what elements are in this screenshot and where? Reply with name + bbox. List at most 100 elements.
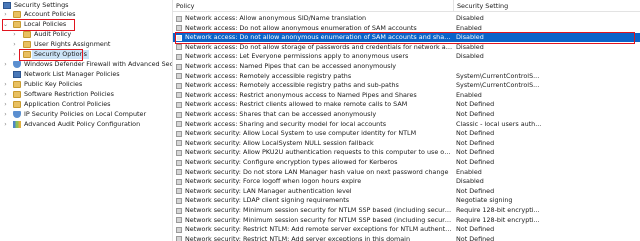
policy-icon [176,130,182,137]
tree-root-label: Security Settings [14,1,69,9]
highlight-box-security-options [19,48,83,61]
policy-icon [176,207,182,214]
table-row[interactable]: Network access: Do not allow storage of … [173,43,640,52]
table-row[interactable]: Network security: Force logoff when logo… [173,177,640,186]
tree-item-label: Application Control Policies [24,100,111,108]
table-row[interactable]: Network access: Let Everyone permissions… [173,52,640,61]
policy-setting: Enabled [456,167,482,176]
folder-icon [13,91,21,98]
policy-name: Network access: Restrict anonymous acces… [185,90,417,99]
folder-icon [13,81,21,88]
tree-item-label: Advanced Audit Policy Configuration [24,120,141,128]
policy-icon [176,159,182,166]
policy-setting: Not Defined [456,100,495,109]
chevron-right-icon[interactable]: › [12,40,17,49]
tree-item-label: Software Restriction Policies [24,90,114,98]
chart-icon [13,121,21,128]
table-row[interactable]: Network access: Remotely accessible regi… [173,72,640,81]
policy-icon [176,111,182,118]
chevron-right-icon[interactable]: › [3,80,8,89]
policy-name: Network security: Minimum session securi… [185,215,453,224]
policy-icon [176,15,182,22]
policy-icon [176,121,182,128]
policy-name: Network security: Restrict NTLM: Add rem… [185,225,453,234]
policy-setting: Not Defined [456,129,495,138]
chevron-right-icon[interactable]: › [3,110,8,119]
table-row[interactable]: Network security: Allow Local System to … [173,129,640,138]
tree-item-label: Network List Manager Policies [24,70,120,78]
table-row[interactable]: Network security: Restrict NTLM: Add rem… [173,225,640,234]
table-row[interactable]: Network security: Restrict NTLM: Add ser… [173,235,640,241]
table-row[interactable]: Network access: Remotely accessible regi… [173,81,640,90]
chevron-right-icon[interactable]: › [3,90,8,99]
tree-item-label: Windows Defender Firewall with Advanced … [24,60,172,68]
policy-name: Network security: Force logoff when logo… [185,177,362,186]
policy-setting: Classic - local users auth... [456,119,542,128]
policy-icon [176,169,182,176]
policy-setting: System\CurrentControlS... [456,71,540,80]
chevron-right-icon[interactable]: › [3,60,8,69]
policy-setting: Require 128-bit encrypti... [456,206,540,214]
table-row[interactable]: Network access: Named Pipes that can be … [173,62,640,71]
policy-icon [176,44,182,51]
policy-name: Network security: Minimum session securi… [185,206,453,214]
policy-name: Network access: Allow anonymous SID/Name… [185,14,367,22]
shield-icon [13,61,21,68]
policy-name: Network security: Restrict NTLM: Add ser… [185,234,411,241]
policy-icon [176,217,182,224]
policy-name: Network access: Let Everyone permissions… [185,52,409,61]
folder-icon [23,41,31,48]
chevron-right-icon[interactable]: › [12,50,17,59]
policy-icon [176,140,182,147]
book-icon [13,71,21,78]
table-row[interactable]: Network security: Minimum session securi… [173,216,640,225]
security-settings-icon [3,2,11,9]
policy-name: Network access: Remotely accessible regi… [185,71,352,80]
table-row[interactable]: Network security: LDAP client signing re… [173,196,640,205]
policy-name: Network security: Allow LocalSystem NULL… [185,138,374,147]
policy-setting: Disabled [456,14,484,22]
policy-icon [176,25,182,32]
table-row[interactable]: Network access: Shares that can be acces… [173,110,640,119]
table-row[interactable]: Network security: Configure encryption t… [173,158,640,167]
policy-setting: Not Defined [456,158,495,166]
policy-name: Network access: Restrict clients allowed… [185,100,408,109]
policy-icon [176,236,182,241]
policy-setting: Enabled [456,90,482,99]
policy-icon [176,73,182,80]
tree-item-label: Audit Policy [34,30,72,38]
policy-setting: Negotiate signing [456,196,513,205]
policy-icon [176,188,182,195]
table-row[interactable]: Network security: LAN Manager authentica… [173,187,640,196]
policy-icon [176,149,182,156]
policy-icon [176,82,182,89]
policy-setting: Not Defined [456,186,495,195]
policy-name: Network access: Shares that can be acces… [185,110,377,118]
policy-name: Network security: Do not store LAN Manag… [185,167,449,176]
chevron-right-icon[interactable]: › [3,100,8,109]
policy-icon [176,53,182,60]
table-row[interactable]: Network security: Allow PKU2U authentica… [173,148,640,157]
table-row[interactable]: Network security: Allow LocalSystem NULL… [173,139,640,148]
policy-setting: Not Defined [456,225,495,234]
column-header-security-setting[interactable]: Security Setting [454,0,508,12]
highlight-box-selected-row [175,32,635,44]
list-header: Policy Security Setting [173,0,640,12]
chevron-right-icon[interactable]: › [12,30,17,39]
folder-icon [23,31,31,38]
policy-icon [176,226,182,233]
policy-name: Network security: Allow PKU2U authentica… [185,148,453,157]
tree-item-label: Public Key Policies [24,80,83,88]
policy-setting: Require 128-bit encrypti... [456,215,540,224]
chevron-right-icon[interactable]: › [3,120,8,129]
table-row[interactable]: Network access: Restrict clients allowed… [173,100,640,109]
table-row[interactable]: Network access: Restrict anonymous acces… [173,91,640,100]
policy-setting: Not Defined [456,138,495,147]
table-row[interactable]: Network security: Do not store LAN Manag… [173,168,640,177]
table-row[interactable]: Network access: Allow anonymous SID/Name… [173,14,640,23]
policy-icon [176,197,182,204]
table-row[interactable]: Network security: Minimum session securi… [173,206,640,215]
column-header-policy[interactable]: Policy [173,0,194,12]
table-row[interactable]: Network access: Sharing and security mod… [173,120,640,129]
folder-icon [13,11,21,18]
